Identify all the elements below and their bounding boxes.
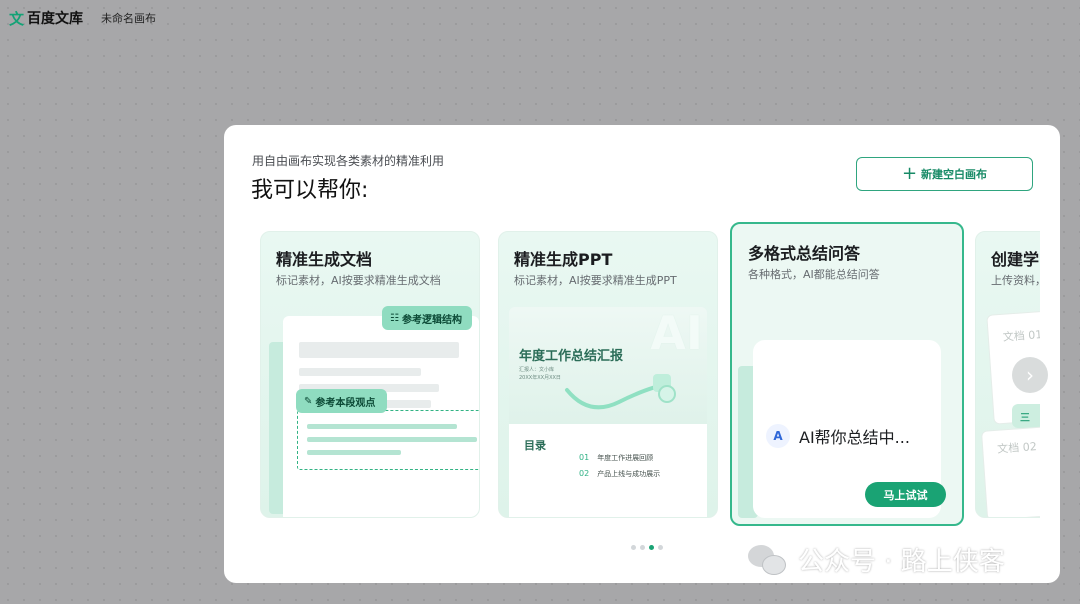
ppt-toc-num: 01: [579, 453, 590, 462]
card-desc: 标记素材，AI按要求精准生成文档: [276, 274, 441, 287]
card-generate-doc[interactable]: 精准生成文档 标记素材，AI按要求精准生成文档 ☷ 参考逻辑结构 ✎ 参考本段观…: [260, 231, 480, 518]
top-bar: 文 百度文库 未命名画布: [0, 0, 1080, 36]
card-desc: 上传资料，: [991, 274, 1040, 287]
ppt-toc-row: 02 产品上线与成功展示: [579, 469, 660, 479]
wenku-logo-icon: 文: [9, 9, 25, 28]
structure-icon: ☷: [390, 312, 399, 324]
ppt-presenter: 汇报人：文小库: [519, 367, 555, 373]
ppt-decoration-icon: [565, 374, 676, 410]
ai-status-line: A AI帮你总结中...: [766, 424, 910, 448]
learning-chip: 三: [1012, 404, 1040, 428]
ppt-toc-title: 目录: [524, 439, 546, 452]
ai-status-text: AI帮你总结中...: [799, 428, 910, 447]
ppt-toc-text: 产品上线与成功展示: [597, 470, 661, 478]
doc-line-highlight: [307, 437, 477, 442]
chip-label: 三: [1020, 412, 1030, 424]
carousel-pagination: [631, 545, 663, 550]
plus-icon: +: [901, 163, 918, 184]
wechat-icon: [748, 543, 788, 577]
doc-line-highlight: [307, 424, 457, 429]
chip-label: 参考逻辑结构: [401, 314, 462, 326]
doc-line: [299, 342, 459, 358]
modal-headline: 我可以帮你:: [251, 178, 369, 203]
doc-thumbnail: 文档 02: [980, 425, 1040, 517]
pagination-dot[interactable]: [640, 545, 645, 550]
ai-assistant-logo-icon: A: [766, 424, 790, 448]
try-now-button[interactable]: 马上试试: [865, 482, 946, 507]
doc-label: 文档 02: [996, 440, 1038, 456]
pagination-dot[interactable]: [658, 545, 663, 550]
help-modal: 用自由画布实现各类素材的精准利用 我可以帮你: + 新建空白画布 精准生成文档 …: [224, 125, 1060, 583]
card-generate-ppt[interactable]: 精准生成PPT 标记素材，AI按要求精准生成PPT AI 年度工作总结汇报 汇报…: [498, 231, 718, 518]
new-blank-canvas-label: 新建空白画布: [921, 168, 988, 181]
doc-line-highlight: [307, 450, 401, 455]
new-blank-canvas-button[interactable]: + 新建空白画布: [856, 157, 1033, 191]
app-name: 百度文库: [27, 11, 84, 27]
edit-icon: ✎: [304, 395, 313, 407]
chip-label: 参考本段观点: [315, 397, 376, 409]
feature-carousel: 精准生成文档 标记素材，AI按要求精准生成文档 ☷ 参考逻辑结构 ✎ 参考本段观…: [251, 222, 1040, 527]
doc-line: [299, 368, 421, 376]
doc-label: 文档 01: [1002, 328, 1040, 344]
card-title: 精准生成文档: [276, 250, 373, 269]
card-summary-qa[interactable]: 多格式总结问答 各种格式，AI都能总结问答 A AI帮你总结中... 马上试试: [730, 222, 964, 526]
ppt-heading: 年度工作总结汇报: [519, 349, 624, 364]
ppt-ai-watermark: AI: [650, 306, 703, 360]
pagination-dot[interactable]: [631, 545, 636, 550]
chevron-right-icon: ›: [1026, 363, 1034, 387]
modal-subtitle: 用自由画布实现各类素材的精准利用: [252, 154, 445, 168]
chip-ref-viewpoint: ✎ 参考本段观点: [296, 389, 387, 413]
ppt-date: 20XX年XX月XX日: [519, 375, 561, 381]
card-title: 多格式总结问答: [748, 244, 861, 263]
card-desc: 标记素材，AI按要求精准生成PPT: [514, 274, 677, 287]
card-title: 创建学习: [991, 250, 1040, 269]
baidu-wenku-logo[interactable]: 文 百度文库: [9, 8, 83, 29]
wechat-watermark: 公众号 · 路上侠客: [748, 541, 1005, 578]
canvas-name[interactable]: 未命名画布: [101, 10, 156, 26]
ppt-toc-text: 年度工作进展回顾: [597, 454, 654, 462]
card-desc: 各种格式，AI都能总结问答: [748, 268, 880, 281]
ppt-toc-num: 02: [579, 469, 590, 478]
chip-ref-structure: ☷ 参考逻辑结构: [382, 306, 472, 330]
watermark-text: 公众号 · 路上侠客: [798, 547, 1005, 577]
card-title: 精准生成PPT: [514, 250, 613, 269]
pagination-dot-active[interactable]: [649, 545, 654, 550]
carousel-next-button[interactable]: ›: [1012, 357, 1048, 393]
ppt-toc-row: 01 年度工作进展回顾: [579, 453, 653, 463]
doc-illustration-page: [283, 316, 479, 517]
